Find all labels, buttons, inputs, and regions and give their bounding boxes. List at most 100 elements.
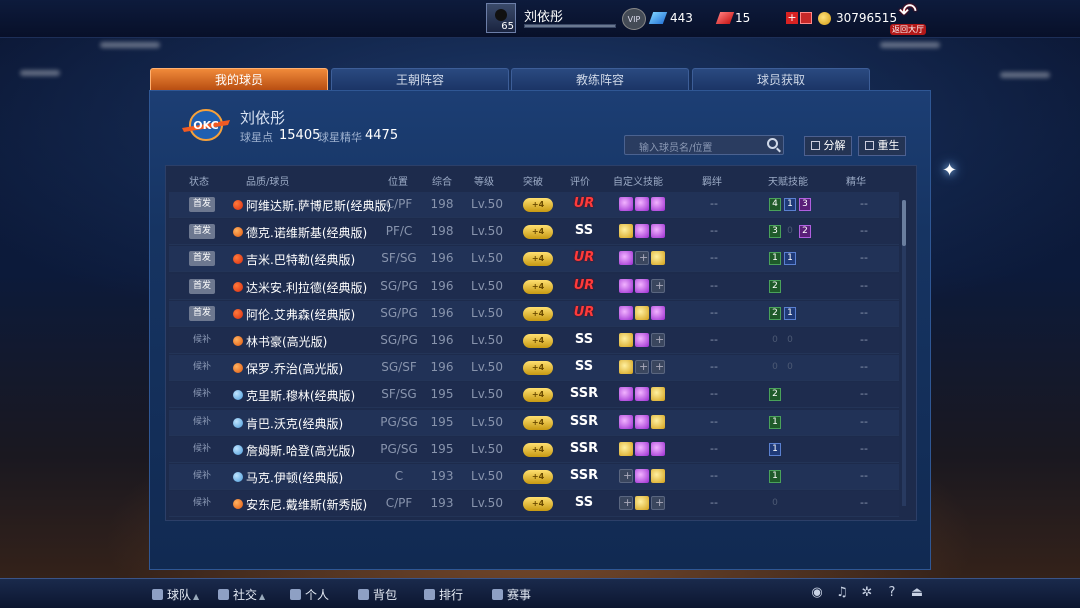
tab-my-players[interactable]: 我的球员 [150,68,328,90]
player-avatar[interactable]: 65 [486,3,516,33]
table-row[interactable]: 候补 马克.伊顿(经典版) C 193 Lv.50 +4 SSR -- 1 -- [169,464,899,490]
custom-skills[interactable] [619,414,667,431]
empty-skill-slot-icon[interactable] [619,469,633,483]
skill-icon[interactable] [635,414,649,429]
tab-dynasty-lineup[interactable]: 王朝阵容 [331,68,509,90]
talent-skills[interactable]: 302 [769,224,825,240]
talent-badge[interactable]: 4 [769,198,781,211]
nav-social[interactable]: 社交 ▲ [218,586,265,603]
custom-skills[interactable] [619,441,667,458]
decompose-button[interactable]: 分解 [804,136,852,156]
logout-icon[interactable]: ⏏ [910,586,924,600]
skill-icon[interactable] [619,441,633,456]
talent-skills[interactable]: 21 [769,306,825,322]
scrollbar-thumb[interactable] [902,200,906,246]
talent-badge[interactable]: 1 [784,198,796,211]
talent-badge[interactable]: 0 [784,361,796,374]
table-row[interactable]: 候补 克里斯.穆林(经典版) SF/SG 195 Lv.50 +4 SSR -- 2 -- [169,382,899,409]
custom-skills[interactable] [619,278,667,295]
skill-icon[interactable] [651,469,665,483]
talent-skills[interactable]: 11 [769,251,825,267]
empty-skill-slot-icon[interactable] [635,360,649,375]
talent-skills[interactable]: 00 [769,360,825,376]
custom-skills[interactable] [619,469,667,485]
table-row[interactable]: 候补 肯巴.沃克(经典版) PG/SG 195 Lv.50 +4 SSR -- 1 -- [169,409,899,436]
custom-skills[interactable] [619,496,667,512]
skill-icon[interactable] [619,414,633,429]
player-search[interactable] [624,135,784,158]
empty-skill-slot-icon[interactable] [635,251,649,266]
skill-icon[interactable] [635,224,649,239]
custom-skills[interactable] [619,360,667,376]
talent-badge[interactable]: 0 [784,225,796,238]
talent-badge[interactable]: 0 [769,497,781,510]
nav-events[interactable]: 赛事 [492,586,531,603]
table-row[interactable]: 首发 德克.诺维斯基(经典版) PF/C 198 Lv.50 +4 SS -- 3 0 2 -- [169,219,899,246]
table-row[interactable]: 候补 安东尼.戴维斯(新秀版) C/PF 193 Lv.50 +4 SS -- 0 -- [169,491,899,518]
talent-badge[interactable]: 3 [799,198,811,211]
talent-badge[interactable]: 0 [769,334,781,347]
skill-icon[interactable] [635,333,649,347]
empty-skill-slot-icon[interactable] [651,496,665,511]
talent-skills[interactable]: 0 [769,496,825,512]
custom-skills[interactable] [619,387,667,403]
custom-skills[interactable] [619,251,667,267]
talent-badge[interactable]: 1 [769,470,781,483]
talent-badge[interactable]: 1 [769,442,781,456]
search-input[interactable] [625,139,763,158]
talent-badge[interactable]: 0 [769,361,781,374]
skill-icon[interactable] [635,469,649,483]
custom-skills[interactable] [619,333,667,349]
headset-icon[interactable]: ◉ [810,586,824,600]
custom-skills[interactable] [619,197,667,213]
skill-icon[interactable] [619,333,633,347]
skill-icon[interactable] [651,387,665,402]
talent-badge[interactable]: 1 [769,252,781,266]
table-row[interactable]: 首发 达米安.利拉德(经典版) SG/PG 196 Lv.50 +4 UR -- 2 -- [169,273,899,300]
custom-skills[interactable] [619,224,667,240]
skill-icon[interactable] [651,414,665,429]
talent-skills[interactable]: 1 [769,442,825,458]
talent-badge[interactable]: 2 [769,279,781,293]
search-icon[interactable] [767,138,778,149]
vip-badge[interactable]: VIP [622,8,646,30]
skill-icon[interactable] [619,278,633,293]
skill-icon[interactable] [619,305,633,320]
skill-icon[interactable] [635,496,649,511]
nav-personal[interactable]: 个人 [290,586,329,603]
talent-badge[interactable]: 2 [769,306,781,320]
skill-icon[interactable] [651,251,665,266]
table-scrollbar[interactable] [902,200,906,506]
nav-backpack[interactable]: 背包 [358,586,397,603]
nav-team[interactable]: 球队 ▲ [152,586,199,603]
talent-skills[interactable]: 00 [769,333,825,349]
exchange-icon[interactable] [800,12,812,24]
talent-badge[interactable]: 2 [799,225,811,239]
tab-player-acquire[interactable]: 球员获取 [692,68,870,90]
empty-skill-slot-icon[interactable] [651,360,665,375]
skill-icon[interactable] [635,278,649,293]
skill-icon[interactable] [651,224,665,239]
skill-icon[interactable] [619,251,633,266]
skill-icon[interactable] [635,197,649,211]
talent-skills[interactable]: 1 [769,469,825,485]
custom-skills[interactable] [619,305,667,322]
help-icon[interactable]: ? [885,586,899,600]
skill-icon[interactable] [651,197,665,211]
talent-badge[interactable]: 2 [769,388,781,402]
talent-badge[interactable]: 3 [769,225,781,239]
skill-icon[interactable] [619,387,633,402]
talent-badge[interactable]: 1 [784,252,796,266]
empty-skill-slot-icon[interactable] [651,333,665,347]
table-row[interactable]: 首发 吉米.巴特勒(经典版) SF/SG 196 Lv.50 +4 UR -- 11 -- [169,246,899,273]
talent-badge[interactable]: 0 [784,334,796,347]
music-icon[interactable]: ♫ [835,586,849,600]
table-row[interactable]: 首发 阿伦.艾弗森(经典版) SG/PG 196 Lv.50 +4 UR -- 2 1 -- [169,300,899,327]
settings-icon[interactable]: ✲ [860,586,874,600]
skill-icon[interactable] [635,305,649,320]
skill-icon[interactable] [635,387,649,402]
skill-icon[interactable] [651,305,665,320]
empty-skill-slot-icon[interactable] [651,278,665,293]
tab-coach-lineup[interactable]: 教练阵容 [511,68,689,90]
add-currency-icon[interactable]: + [786,12,798,24]
